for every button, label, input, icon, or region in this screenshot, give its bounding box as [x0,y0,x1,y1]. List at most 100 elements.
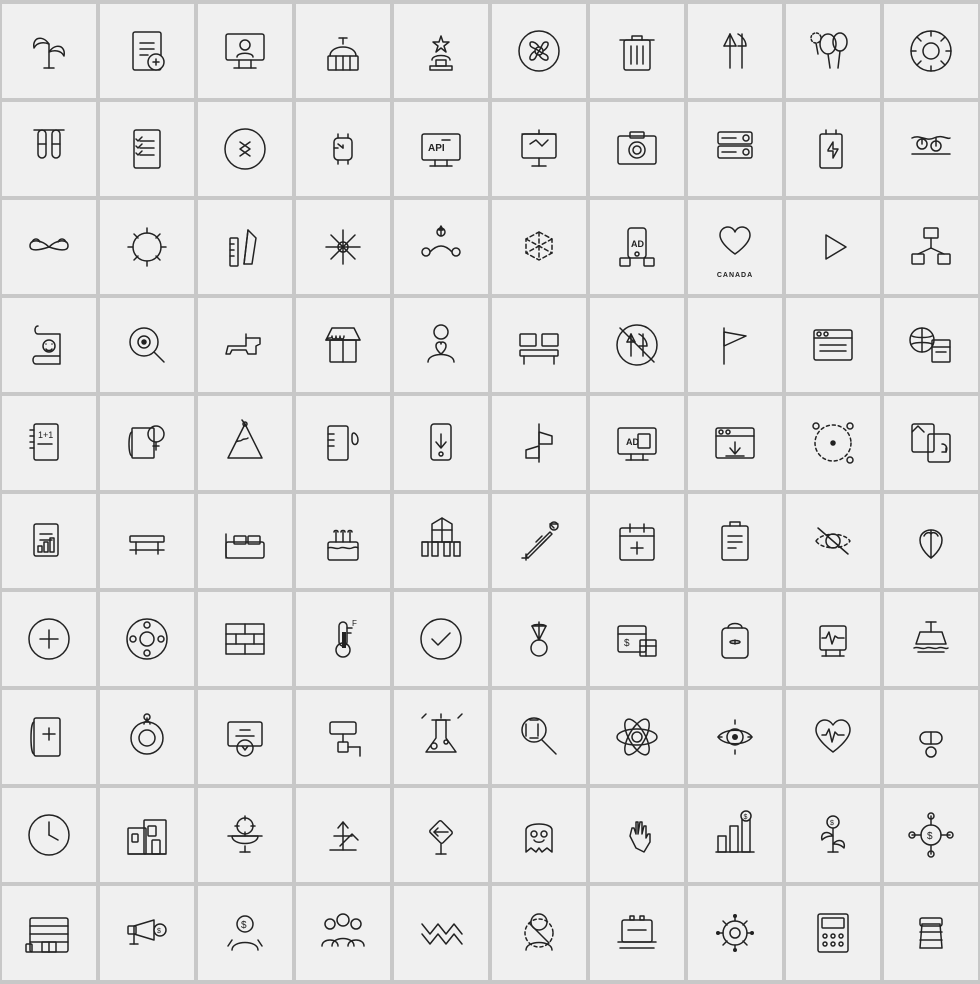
icon-pill [884,690,978,784]
icon-hands-dollar: $ [198,886,292,980]
icon-smartwatch [296,102,390,196]
svg-text:1+1: 1+1 [38,430,53,440]
icon-ghost [492,788,586,882]
icon-weight-ring [100,690,194,784]
icon-birthday-cake [296,494,390,588]
icon-heart-monitor [786,592,880,686]
icon-jar-store [884,886,978,980]
icon-people-group [296,886,390,980]
icon-medical-calendar [590,494,684,588]
icon-ruler-droplet [296,396,390,490]
icon-garage-door [2,886,96,980]
svg-text:$: $ [830,820,834,827]
icon-badminton-racket [492,690,586,784]
icon-snowflake-flower [296,200,390,294]
icon-browser-list [786,298,880,392]
icon-battery-bolt [786,102,880,196]
svg-text:$: $ [624,638,630,649]
icon-lab-flask [394,690,488,784]
svg-text:F: F [352,619,357,628]
svg-text:AD: AD [631,239,644,249]
icon-brick-wall [198,592,292,686]
svg-text:$: $ [744,814,748,821]
icon-canada-heart: CANADA [688,200,782,294]
icon-plant-gift [884,494,978,588]
icon-ai-path [394,200,488,294]
icon-test-tubes [2,102,96,196]
icon-medical-plus-circle [2,592,96,686]
icon-flag [688,298,782,392]
icon-target-stars [786,396,880,490]
icon-globe-document [884,298,978,392]
icon-sun-circle [100,200,194,294]
icon-magnify-target [100,298,194,392]
icon-report-chart [2,494,96,588]
icon-book-head [100,396,194,490]
icon-ruler-pencil [198,200,292,294]
svg-text:$: $ [157,928,161,935]
icon-api-monitor: API [394,102,488,196]
icon-thermometer: F [296,592,390,686]
icon-circuit-dollar: $ [884,788,978,882]
icon-calculator-grid [786,886,880,980]
icon-utensils [688,4,782,98]
svg-text:$: $ [927,831,933,842]
icon-browser-download [688,396,782,490]
icon-bar-chart-dollar: $ [688,788,782,882]
icon-checklist [100,102,194,196]
icon-pistol [198,298,292,392]
icon-phone-download [394,396,488,490]
icon-eye-target [688,690,782,784]
icon-person-block [492,886,586,980]
icon-trophy-star [394,4,488,98]
icon-plant-money: $ [786,788,880,882]
svg-text:API: API [428,143,445,154]
icon-scroll-face [2,298,96,392]
icon-ship [884,592,978,686]
icon-bible [2,690,96,784]
icon-hand-click [590,788,684,882]
icon-camera-box [590,102,684,196]
icon-notepad-math: 1+1 [2,396,96,490]
icon-network-diagram [884,200,978,294]
icon-document-add [100,4,194,98]
icon-server-tray [688,102,782,196]
icon-gear-circle [884,4,978,98]
icon-dollar-plan: $ [590,592,684,686]
icon-no-cutlery [590,298,684,392]
icon-certificate [198,690,292,784]
icon-market-stall [296,298,390,392]
icon-play-button [786,200,880,294]
icon-fence-house [394,494,488,588]
icon-film-reel [100,592,194,686]
icon-fan-circle [492,4,586,98]
icon-backpack [688,592,782,686]
icon-party-hat [198,396,292,490]
icon-file-sync [884,396,978,490]
icon-clock [2,788,96,882]
icon-clipboard [688,494,782,588]
icon-bluetooth-circle [198,102,292,196]
icon-virus [688,886,782,980]
icon-table-furniture [100,494,194,588]
icon-laptop-scan [590,886,684,980]
icon-syringe [492,494,586,588]
icon-heartbeat [786,690,880,784]
icon-signpost [492,396,586,490]
icon-zigzag-pattern [394,886,488,980]
icon-festival-lights [884,102,978,196]
icon-presentation [492,102,586,196]
icon-person-heart [394,298,488,392]
icon-bowl-gear [198,788,292,882]
icon-monitor-user [198,4,292,98]
icon-trash-can [590,4,684,98]
icon-ad-phone: AD [590,200,684,294]
icon-bed [198,494,292,588]
icon-plants [2,4,96,98]
icon-road-sign [394,788,488,882]
icon-city-report [100,788,194,882]
icon-eye-hidden [786,494,880,588]
svg-text:$: $ [241,920,247,931]
icon-ar-cube [492,200,586,294]
icon-building-dome [296,4,390,98]
